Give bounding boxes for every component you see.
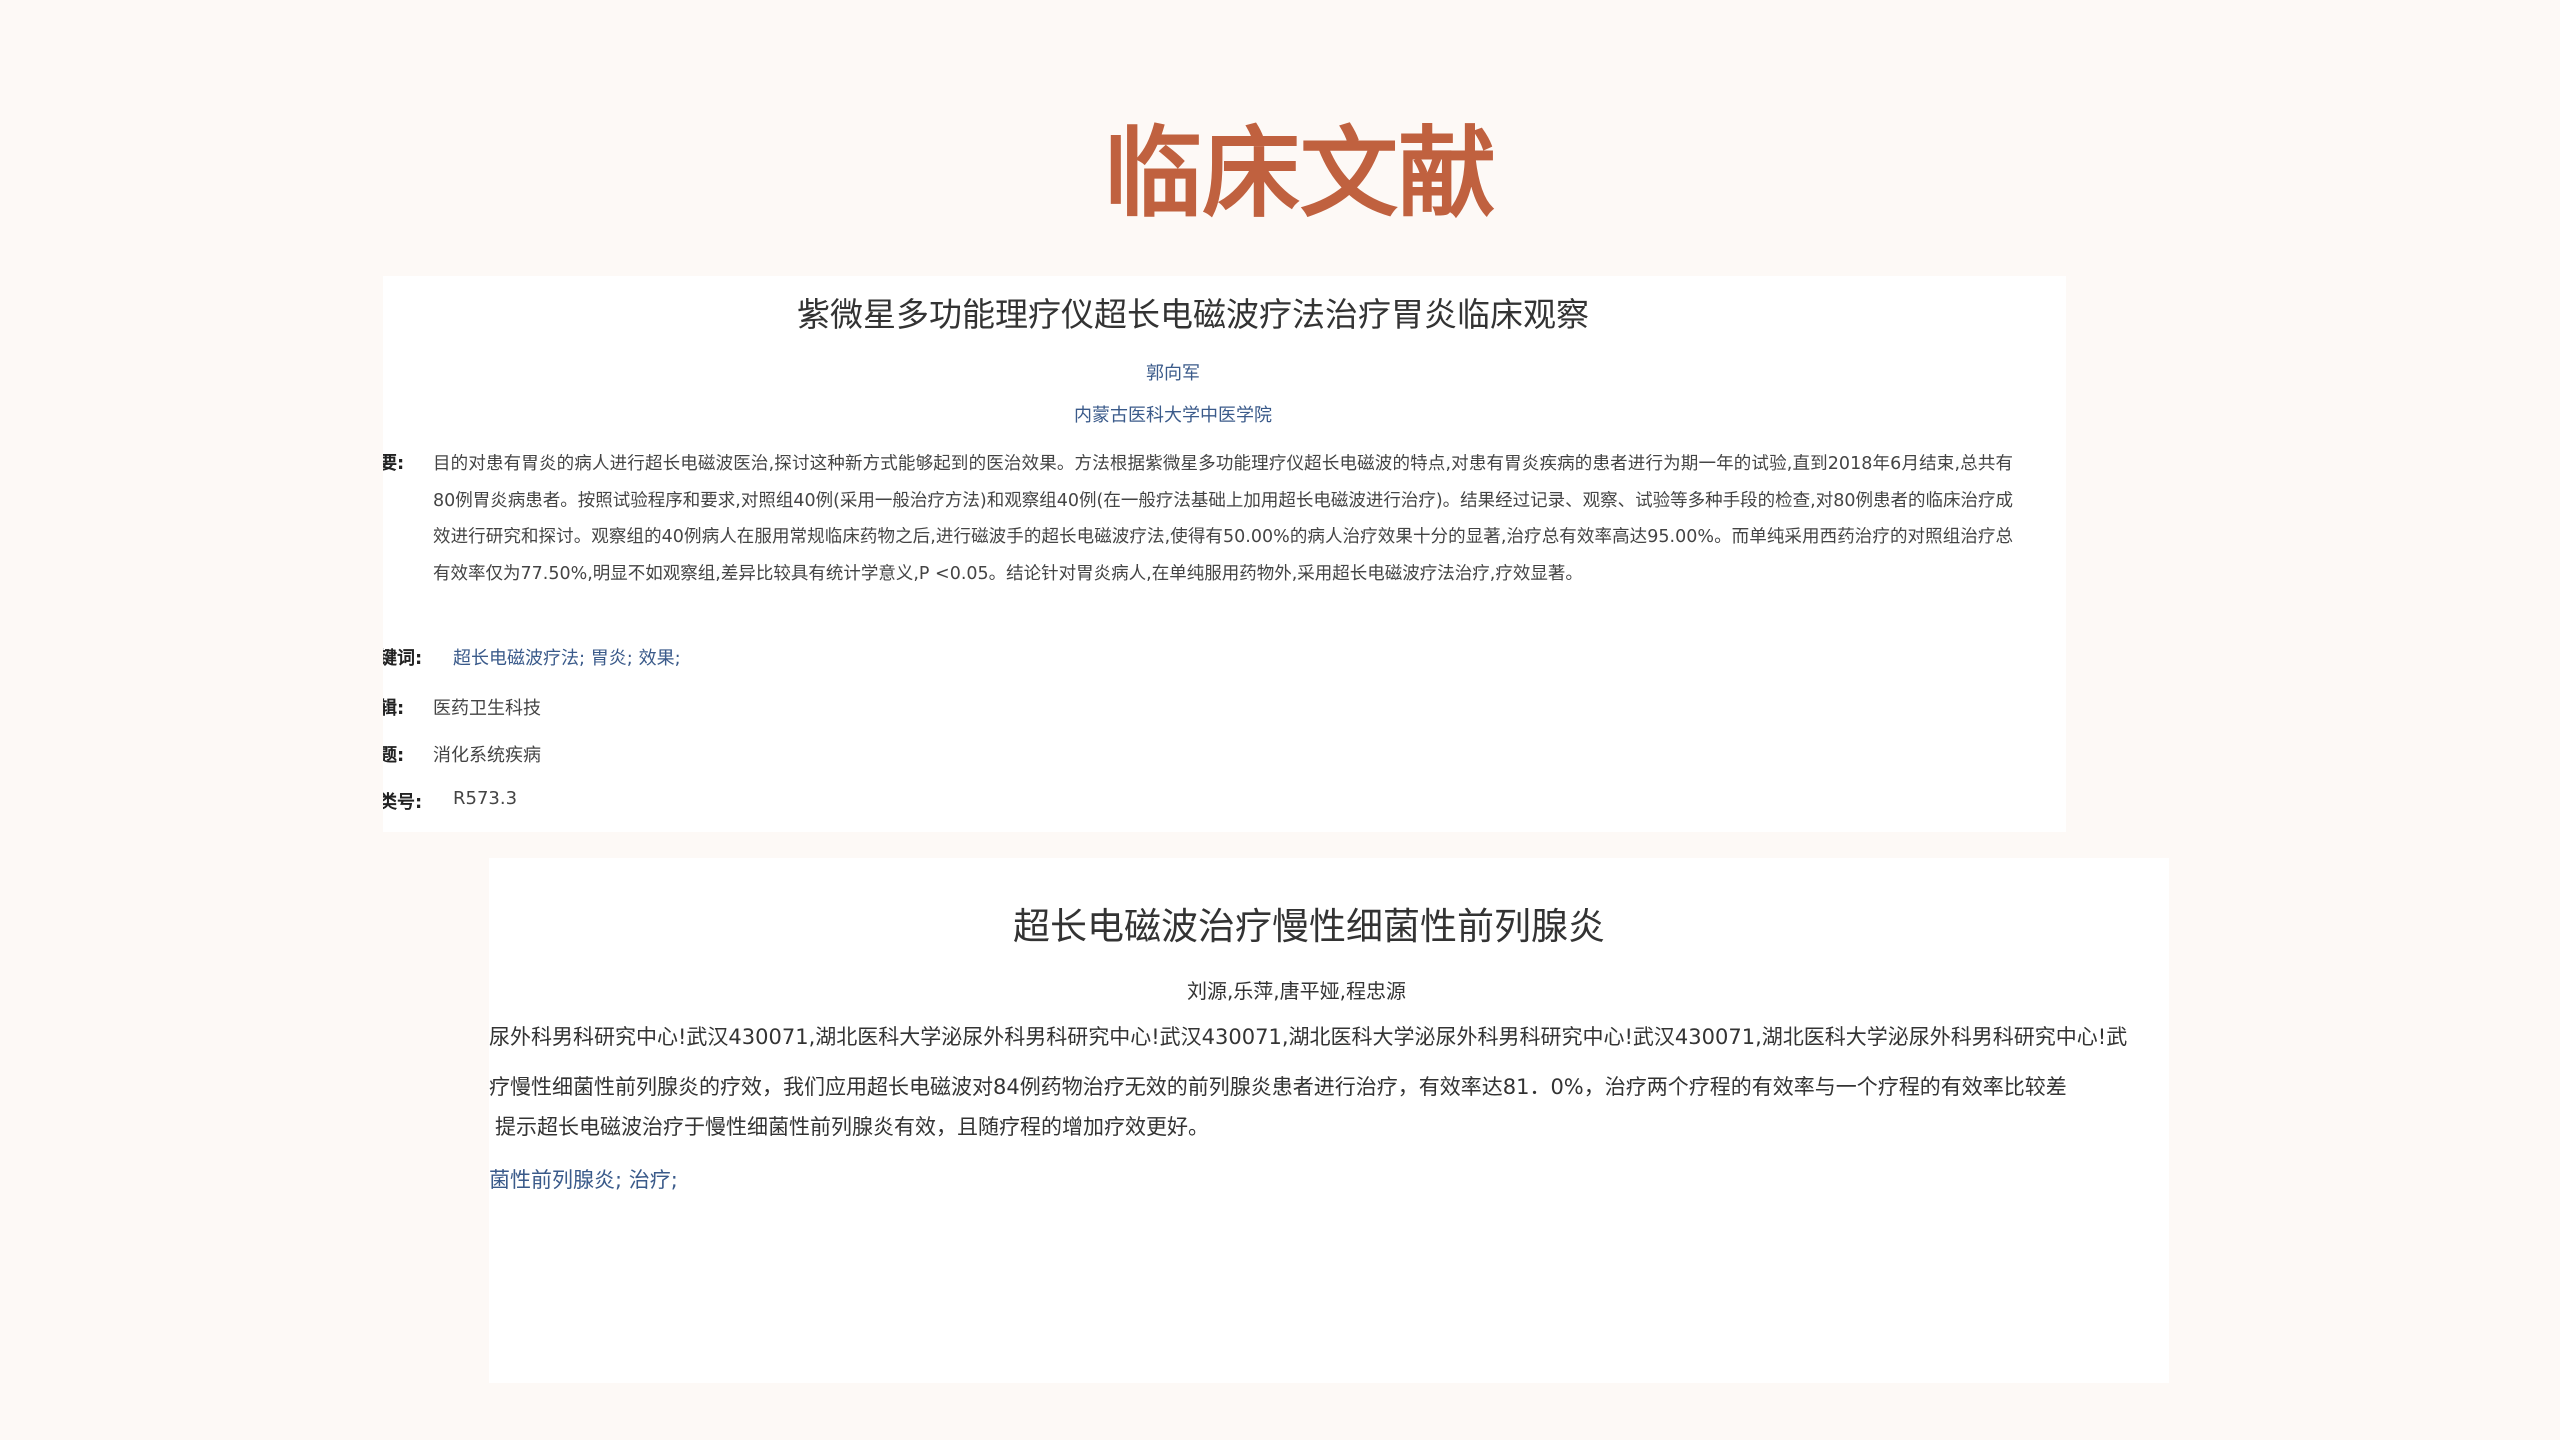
paper-title[interactable]: 紫微星多功能理疗仪超长电磁波疗法治疗胃炎临床观察 <box>383 288 2003 336</box>
class-label: 类号: <box>383 792 423 813</box>
series-value: 医药卫生科技 <box>433 698 541 719</box>
paper-affiliation[interactable]: 内蒙古医科大学中医学院 <box>383 401 1963 427</box>
keywords-links[interactable]: 菌性前列腺炎; 治疗; <box>489 1164 678 1194</box>
topic-value: 消化系统疾病 <box>433 745 541 766</box>
abstract-label: 要: <box>383 453 405 474</box>
paper-affiliation[interactable]: 尿外科男科研究中心!武汉430071,湖北医科大学泌尿外科男科研究中心!武汉43… <box>489 1021 2169 1051</box>
paper-card-2: 超长电磁波治疗慢性细菌性前列腺炎 刘源,乐萍,唐平娅,程忠源 尿外科男科研究中心… <box>489 858 2169 1383</box>
abstract-text: 目的对患有胃炎的病人进行超长电磁波医治,探讨这种新方式能够起到的医治效果。方法根… <box>433 454 2014 584</box>
paper-card-1: 紫微星多功能理疗仪超长电磁波疗法治疗胃炎临床观察 郭向军 内蒙古医科大学中医学院… <box>383 276 2066 832</box>
series-label: 辑: <box>383 698 405 719</box>
class-number: R573.3 <box>453 788 518 809</box>
topic-label: 题: <box>383 745 405 766</box>
paper-authors[interactable]: 刘源,乐萍,唐平娅,程忠源 <box>489 975 2104 1004</box>
slide-title: 临床文献 <box>1103 117 1496 231</box>
keywords-label: 键词: <box>383 648 423 669</box>
paper-title[interactable]: 超长电磁波治疗慢性细菌性前列腺炎 <box>489 896 2129 950</box>
paper-author[interactable]: 郭向军 <box>383 359 1963 385</box>
keywords-links[interactable]: 超长电磁波疗法; 胃炎; 效果; <box>453 644 681 670</box>
abstract-line: 疗慢性细菌性前列腺炎的疗效，我们应用超长电磁波对84例药物治疗无效的前列腺炎患者… <box>489 1075 2067 1099</box>
abstract-line: 提示超长电磁波治疗于慢性细菌性前列腺炎有效，且随疗程的增加疗效更好。 <box>495 1115 1209 1139</box>
